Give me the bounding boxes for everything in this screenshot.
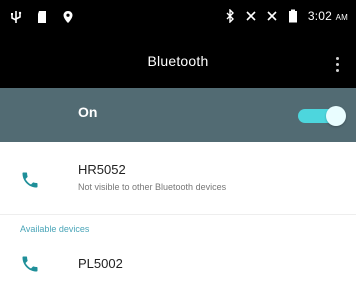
bluetooth-switch[interactable] [298, 106, 346, 126]
bluetooth-toggle-row[interactable]: On [0, 88, 356, 142]
toggle-label: On [78, 104, 98, 120]
divider [0, 214, 356, 215]
no-signal-icon [267, 11, 277, 21]
status-bar: 3:02 AM [0, 0, 356, 44]
clock: 3:02 AM [307, 9, 348, 23]
vibrate-icon [246, 11, 256, 21]
phone-icon [22, 172, 38, 188]
location-icon [63, 11, 73, 23]
app-bar: Bluetooth [0, 44, 356, 88]
switch-thumb [326, 106, 346, 126]
more-vert-icon[interactable] [332, 54, 342, 78]
usb-icon [11, 11, 22, 23]
device-name: HR5052 [78, 162, 126, 177]
available-devices-header: Available devices [20, 224, 90, 234]
phone-icon [22, 256, 38, 272]
device-name: PL5002 [78, 256, 123, 271]
this-device-row[interactable]: HR5052 Not visible to other Bluetooth de… [0, 142, 356, 214]
bluetooth-icon [226, 9, 234, 23]
page-title: Bluetooth [147, 53, 209, 69]
sd-card-icon [38, 11, 46, 23]
available-device-row[interactable]: PL5002 [0, 244, 356, 286]
battery-icon [288, 9, 297, 23]
device-visibility-text: Not visible to other Bluetooth devices [78, 182, 227, 192]
